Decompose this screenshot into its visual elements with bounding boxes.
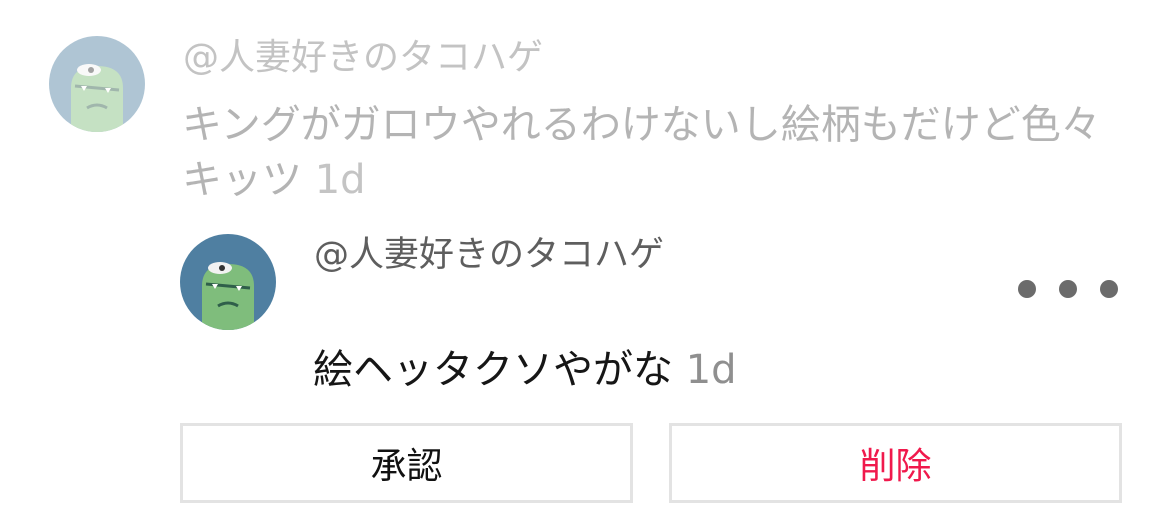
reply-comment-time: 1d xyxy=(685,347,737,393)
reply-avatar-icon[interactable] xyxy=(180,234,276,330)
reply-comment-body: 絵ヘッタクソやがな xyxy=(313,347,673,393)
more-dot xyxy=(1100,280,1118,298)
parent-avatar-icon[interactable] xyxy=(49,36,145,132)
delete-button-label: 削除 xyxy=(859,446,932,487)
more-dot xyxy=(1018,280,1036,298)
reply-comment-text: 絵ヘッタクソやがな 1d xyxy=(313,344,737,396)
parent-comment-time: 1d xyxy=(314,157,366,203)
parent-comment-text: キングがガロウやれるわけないし絵柄もだけど色々キッツ 1d xyxy=(182,98,1122,208)
more-dot xyxy=(1059,280,1077,298)
more-options-icon[interactable] xyxy=(1018,276,1118,302)
delete-button[interactable]: 削除 xyxy=(669,423,1122,503)
reply-username[interactable]: @人妻好きのタコハゲ xyxy=(314,238,664,273)
approve-button[interactable]: 承認 xyxy=(180,423,633,503)
parent-username[interactable]: @人妻好きのタコハゲ xyxy=(183,40,543,76)
approve-button-label: 承認 xyxy=(370,446,443,487)
